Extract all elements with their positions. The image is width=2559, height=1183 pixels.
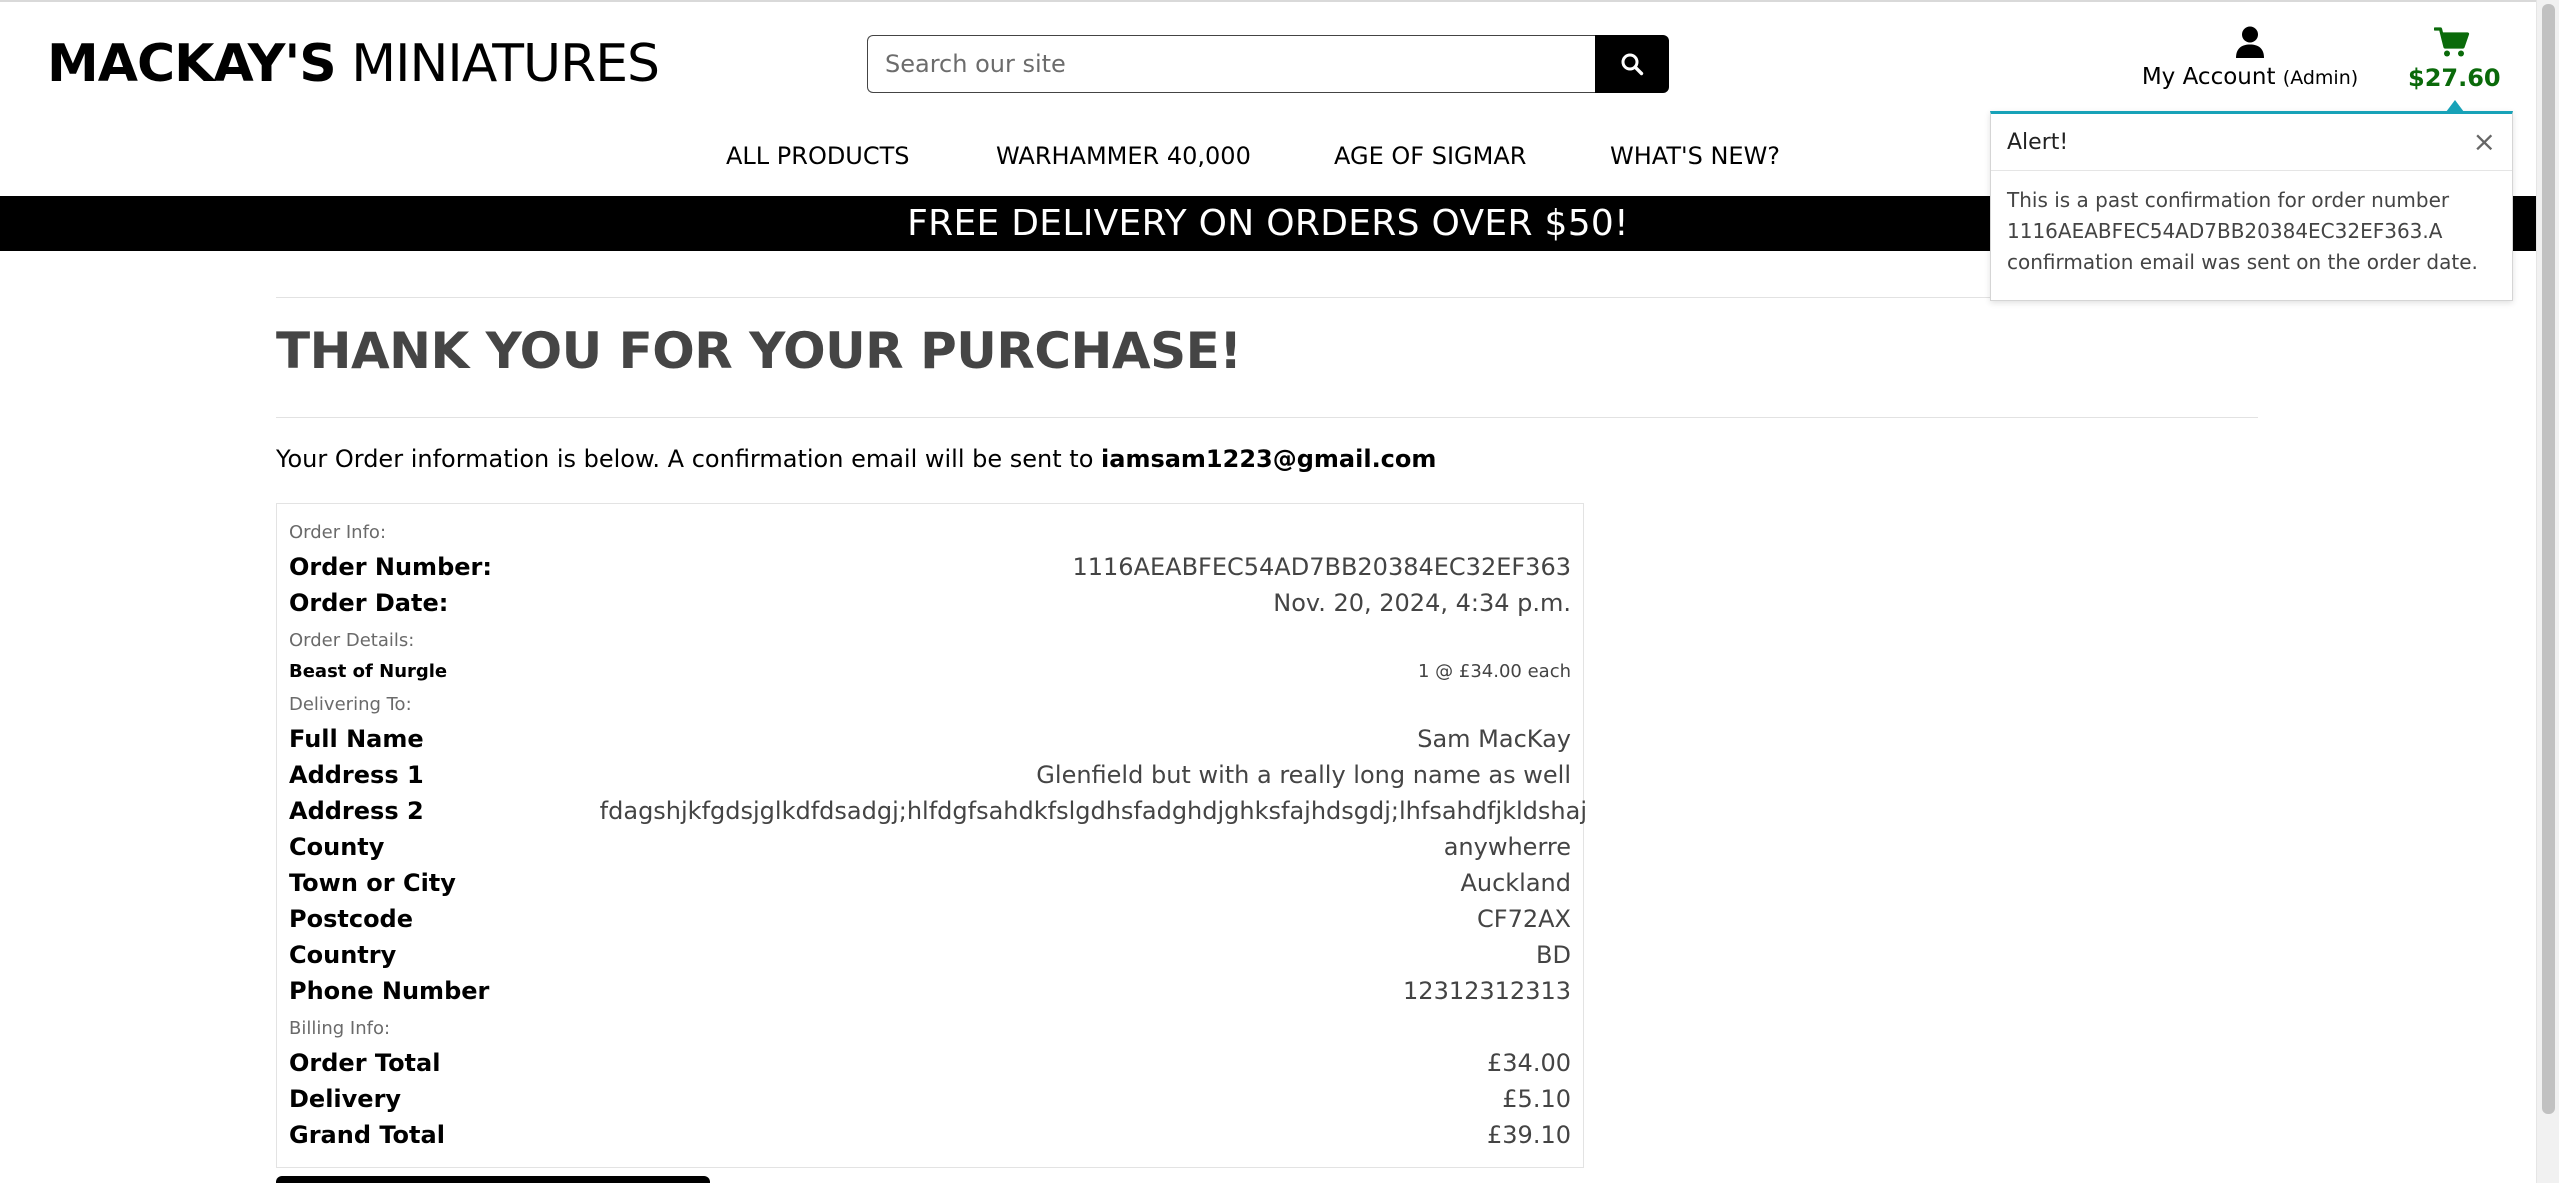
search-form [867, 35, 1669, 93]
full-name-row: Full Name Sam MacKay [289, 725, 1571, 753]
alert-message: This is a past confirmation for order nu… [2007, 188, 2478, 274]
delivery-label: Delivery [289, 1085, 402, 1113]
banner-text: FREE DELIVERY ON ORDERS OVER $50! [907, 203, 1629, 244]
divider [276, 297, 2258, 298]
grand-total-row: Grand Total £39.10 [289, 1121, 1571, 1149]
address1-value: Glenfield but with a really long name as… [1036, 761, 1571, 789]
scrollbar-thumb[interactable] [2542, 4, 2555, 1114]
postcode-row: Postcode CF72AX [289, 905, 1571, 933]
phone-value: 12312312313 [1403, 977, 1571, 1005]
order-date-label: Order Date: [289, 589, 449, 617]
order-summary-card: Order Info: Order Number: 1116AEABFEC54A… [276, 503, 1587, 1168]
nav-all-products[interactable]: ALL PRODUCTS [726, 138, 910, 174]
address1-row: Address 1 Glenfield but with a really lo… [289, 761, 1571, 789]
account-label: My Account (Admin) [2141, 64, 2359, 90]
order-total-row: Order Total £34.00 [289, 1049, 1571, 1077]
nav-warhammer-40000[interactable]: WARHAMMER 40,000 [996, 138, 1251, 174]
popover-arrow [2446, 100, 2464, 112]
search-icon [1621, 53, 1644, 76]
divider [276, 417, 2258, 418]
address2-row: Address 2 fdagshjkfgdsjglkdfdsadgj;hlfdg… [289, 797, 1587, 825]
country-row: Country BD [289, 941, 1571, 969]
delivery-row: Delivery £5.10 [289, 1085, 1571, 1113]
continue-button[interactable] [276, 1176, 710, 1183]
user-icon [2236, 26, 2264, 58]
logo-text: MINIATURES [335, 34, 660, 94]
delivery-value: £5.10 [1502, 1085, 1571, 1113]
page-scrollbar[interactable] [2536, 0, 2559, 1183]
town-value: Auckland [1460, 869, 1571, 897]
close-icon[interactable]: × [2473, 128, 2496, 156]
item-quantity: 1 @ £34.00 each [1417, 661, 1571, 682]
alert-title: Alert! [2007, 129, 2069, 155]
country-value: BD [1536, 941, 1571, 969]
address2-value: fdagshjkfgdsjglkdfdsadgj;hlfdgfsahdkfslg… [599, 797, 1587, 825]
address2-label: Address 2 [289, 797, 424, 825]
order-date-row: Order Date: Nov. 20, 2024, 4:34 p.m. [289, 589, 1571, 617]
search-input[interactable] [867, 35, 1595, 93]
postcode-value: CF72AX [1477, 905, 1571, 933]
country-label: Country [289, 941, 397, 969]
top-border [0, 0, 2536, 4]
nav-age-of-sigmar[interactable]: AGE OF SIGMAR [1334, 138, 1526, 174]
shopping-cart-icon [2434, 27, 2470, 57]
logo-bold-text: MACKAY'S [47, 34, 337, 94]
phone-label: Phone Number [289, 977, 490, 1005]
address1-label: Address 1 [289, 761, 424, 789]
postcode-label: Postcode [289, 905, 414, 933]
account-role: (Admin) [2282, 67, 2359, 89]
my-account-link[interactable]: My Account (Admin) [2140, 26, 2360, 90]
full-name-label: Full Name [289, 725, 424, 753]
customer-email: iamsam1223@gmail.com [1101, 445, 1437, 473]
site-logo[interactable]: MACKAY'S MINIATURES [47, 34, 660, 94]
cart-total: $27.60 [2408, 64, 2501, 92]
full-name-value: Sam MacKay [1417, 725, 1571, 753]
order-number-value: 1116AEABFEC54AD7BB20384EC32EF363 [1072, 553, 1572, 581]
county-label: County [289, 833, 385, 861]
alert-popover: Alert! × This is a past confirmation for… [1990, 100, 2513, 301]
section-heading: Delivering To: [289, 694, 412, 715]
order-date-value: Nov. 20, 2024, 4:34 p.m. [1273, 589, 1571, 617]
town-label: Town or City [289, 869, 456, 897]
county-value: anywherre [1443, 833, 1571, 861]
phone-row: Phone Number 12312312313 [289, 977, 1571, 1005]
alert-header: Alert! × [1991, 114, 2512, 171]
item-name: Beast of Nurgle [289, 661, 448, 682]
order-total-label: Order Total [289, 1049, 441, 1077]
intro-text: Your Order information is below. A confi… [276, 445, 1437, 473]
section-heading: Order Info: [289, 522, 387, 543]
nav-whats-new[interactable]: WHAT'S NEW? [1610, 138, 1780, 174]
order-number-row: Order Number: 1116AEABFEC54AD7BB20384EC3… [289, 553, 1571, 581]
page-title: THANK YOU FOR YOUR PURCHASE! [276, 322, 1242, 380]
order-total-value: £34.00 [1487, 1049, 1571, 1077]
order-number-label: Order Number: [289, 553, 492, 581]
grand-total-label: Grand Total [289, 1121, 445, 1149]
order-item-row: Beast of Nurgle 1 @ £34.00 each [289, 661, 1571, 682]
grand-total-value: £39.10 [1487, 1121, 1571, 1149]
county-row: County anywherre [289, 833, 1571, 861]
section-heading: Order Details: [289, 630, 415, 651]
cart-link[interactable]: $27.60 [2408, 26, 2501, 92]
section-heading: Billing Info: [289, 1018, 391, 1039]
search-button[interactable] [1595, 35, 1669, 93]
town-row: Town or City Auckland [289, 869, 1571, 897]
